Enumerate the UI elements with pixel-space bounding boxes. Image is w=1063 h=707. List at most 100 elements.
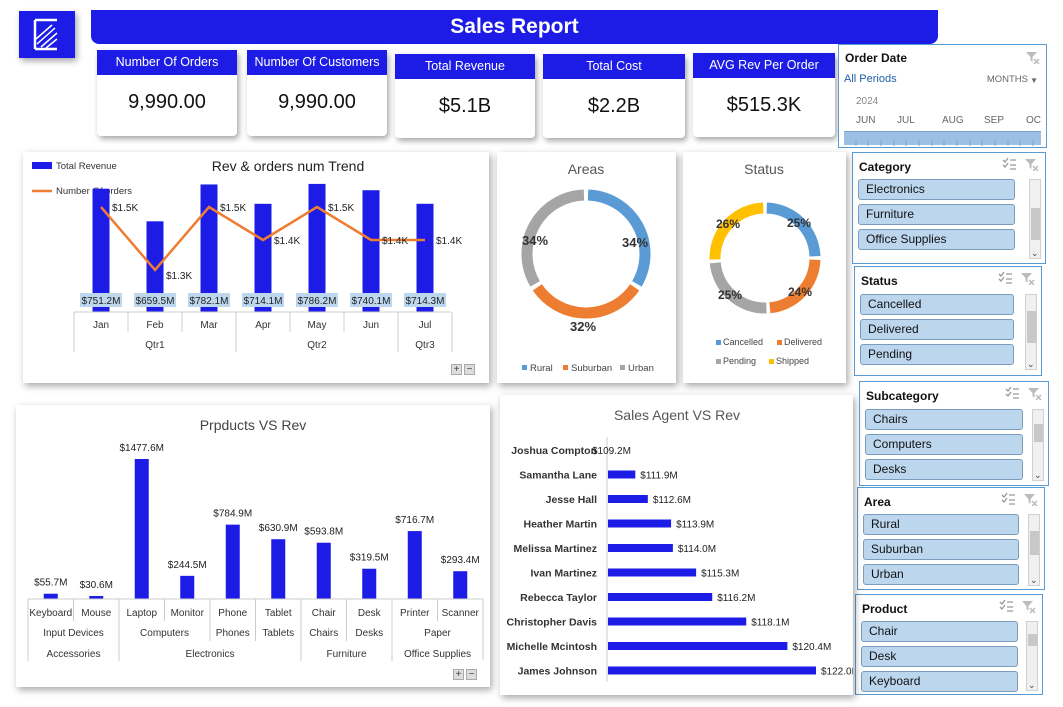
slicer-item[interactable]: Computers [865, 434, 1023, 455]
multi-select-icon[interactable] [997, 271, 1013, 285]
slicer-item[interactable]: Keyboard [861, 671, 1018, 692]
timeline-order-date[interactable]: Order Date All Periods MONTHS ▼ 2024 JUN… [838, 44, 1047, 148]
y-tick-label: Ivan Martinez [530, 568, 597, 580]
slicer-subcategory[interactable]: Subcategory Chairs Computers Desks ⌄ [859, 381, 1049, 486]
x-tick-label: May [308, 320, 327, 331]
data-label: $116.2M [717, 593, 755, 604]
timeline-year: 2024 [856, 96, 879, 107]
products-chart-panel: Prpducts VS Rev $55.7M Keyboard $30.6M Mous… [16, 405, 490, 687]
slicer-category[interactable]: Category Electronics Furniture Office Su… [852, 152, 1046, 264]
agents-bar-chart: Sales Agent VS Rev Joshua Compton$109.2M… [507, 407, 860, 682]
clear-filter-icon[interactable] [1024, 50, 1040, 64]
bar-product [453, 571, 468, 599]
y-tick-label: Jesse Hall [546, 494, 597, 506]
slicer-item[interactable]: Chair [861, 621, 1018, 642]
expand-icon[interactable]: + [453, 669, 464, 680]
x-group-label: Qtr1 [145, 340, 165, 351]
slicer-item[interactable]: Electronics [858, 179, 1015, 200]
collapse-icon[interactable]: − [466, 669, 477, 680]
clear-filter-icon[interactable] [1022, 492, 1038, 506]
legend-label: Shipped [776, 356, 809, 366]
timeline-period[interactable]: All Periods [844, 73, 897, 85]
clear-filter-icon[interactable] [1020, 599, 1036, 613]
kpi-card-orders: Number Of Orders 9,990.00 [97, 50, 237, 136]
kpi-value: 9,990.00 [278, 91, 356, 113]
scrollbar[interactable]: ⌄ [1028, 514, 1040, 586]
multi-select-icon[interactable] [1001, 157, 1017, 171]
expand-icon[interactable]: + [451, 364, 462, 375]
slicer-item[interactable]: Desk [861, 646, 1018, 667]
slicer-item[interactable]: Furniture [858, 204, 1015, 225]
slicer-item[interactable]: Chairs [865, 409, 1023, 430]
slicer-item[interactable]: Urban [863, 564, 1019, 585]
clear-filter-icon[interactable] [1023, 157, 1039, 171]
timeline-month: JUL [897, 115, 915, 126]
timeline-month: JUN [856, 115, 876, 126]
timeline-bar[interactable] [844, 131, 1041, 146]
expand-collapse-buttons[interactable]: + − [451, 364, 475, 375]
x-subgroup-label: Phones [216, 628, 250, 639]
slicer-title: Product [862, 602, 908, 616]
legend-swatch-revenue [32, 162, 52, 169]
scrollbar[interactable]: ⌄ [1029, 179, 1041, 259]
scrollbar[interactable]: ⌄ [1032, 409, 1044, 481]
timeline-unit[interactable]: MONTHS [987, 74, 1028, 85]
x-group-label: Qtr3 [415, 340, 435, 351]
x-group-label: Electronics [186, 649, 235, 660]
slicer-item[interactable]: Delivered [860, 319, 1014, 340]
legend-swatch [716, 340, 721, 345]
chart-title: Prpducts VS Rev [200, 417, 307, 433]
x-tick-label: Mouse [81, 608, 111, 619]
bar-product [362, 568, 377, 599]
multi-select-icon[interactable] [1000, 492, 1016, 506]
y-tick-label: Christopher Davis [507, 617, 598, 629]
bar-agent [608, 544, 673, 552]
kpi-value: $2.2B [587, 95, 641, 117]
trend-chart-panel: Rev & orders num Trend Total Revenue Num… [23, 152, 489, 383]
donut-data-label: 25% [718, 288, 742, 302]
multi-select-icon[interactable] [1004, 386, 1020, 400]
bar-revenue [308, 183, 326, 312]
data-label: $784.9M [213, 509, 252, 520]
slicer-status[interactable]: Status Cancelled Delivered Pending ⌄ [854, 266, 1042, 376]
slicer-area[interactable]: Area Rural Suburban Urban ⌄ [857, 487, 1045, 590]
timeline-month: AUG [942, 115, 964, 126]
slicer-item[interactable]: Suburban [863, 539, 1019, 560]
slicer-product[interactable]: Product Chair Desk Keyboard ⌄ [855, 594, 1043, 695]
clear-filter-icon[interactable] [1026, 386, 1042, 400]
clear-filter-icon[interactable] [1019, 271, 1035, 285]
data-label: $593.8M [304, 527, 343, 538]
legend-label: Cancelled [723, 337, 763, 347]
data-label: $244.5M [168, 560, 207, 571]
x-subgroup-label: Desks [355, 628, 383, 639]
data-label: $122.0M [821, 667, 853, 678]
slicer-item[interactable]: Cancelled [860, 294, 1014, 315]
scrollbar[interactable]: ⌄ [1026, 621, 1038, 691]
donut-data-label: 34% [522, 233, 548, 248]
data-label: $630.9M [259, 523, 298, 534]
donut-slice [709, 202, 764, 260]
kpi-label: AVG Rev Per Order [693, 53, 835, 78]
slicer-title: Category [859, 160, 912, 174]
chevron-down-icon[interactable]: ▼ [1030, 76, 1038, 85]
legend-swatch [777, 340, 782, 345]
data-label-revenue: $714.3M [406, 296, 445, 307]
x-tick-label: Chair [312, 608, 337, 619]
expand-collapse-buttons[interactable]: + − [453, 669, 477, 680]
bar-agent [608, 568, 697, 577]
kpi-label: Number Of Customers [247, 50, 387, 75]
donut-data-label: 25% [787, 216, 811, 230]
data-label-orders: $1.4K [436, 236, 462, 247]
slicer-title: Status [861, 274, 898, 288]
multi-select-icon[interactable] [998, 599, 1014, 613]
scrollbar[interactable]: ⌄ [1025, 294, 1037, 370]
y-tick-label: Samantha Lane [519, 470, 597, 482]
slicer-item[interactable]: Rural [863, 514, 1019, 535]
collapse-icon[interactable]: − [464, 364, 475, 375]
data-label: $120.4M [792, 642, 831, 653]
slicer-item[interactable]: Desks [865, 459, 1023, 480]
slicer-item[interactable]: Pending [860, 344, 1014, 365]
slicer-item[interactable]: Office Supplies [858, 229, 1015, 250]
data-label: $1477.6M [120, 443, 164, 454]
data-label-orders: $1.5K [328, 203, 354, 214]
